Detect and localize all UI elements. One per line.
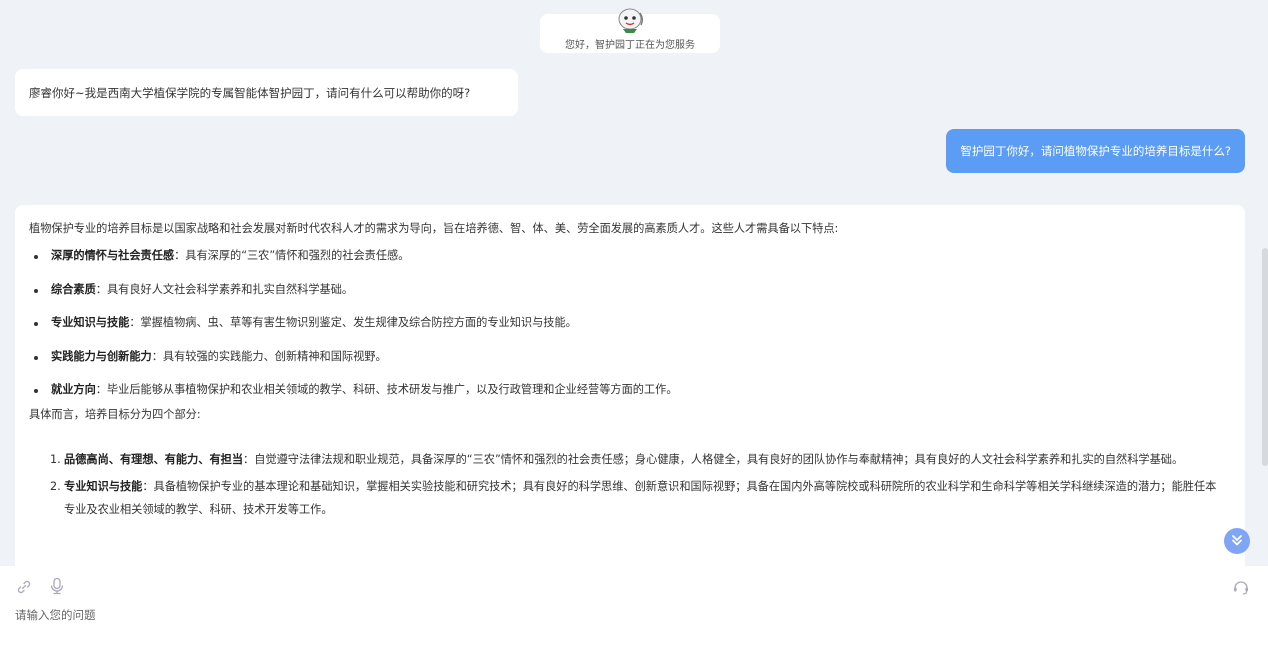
scrollbar-thumb[interactable] — [1262, 248, 1268, 466]
question-input[interactable]: 请输入您的问题 — [15, 607, 96, 623]
item-title: 专业知识与技能 — [64, 480, 143, 493]
welcome-card: 您好，智护园丁正在为您服务 — [540, 8, 720, 53]
bullet-title: 专业知识与技能 — [51, 316, 130, 329]
item-text: ：自觉遵守法律法规和职业规范，具备深厚的“三农”情怀和强烈的社会责任感；身心健康… — [243, 453, 1184, 466]
robot-avatar-icon — [615, 5, 645, 35]
bullet-title: 深厚的情怀与社会责任感 — [51, 249, 175, 262]
list-item: 1. 品德高尚、有理想、有能力、有担当：自觉遵守法律法规和职业规范，具备深厚的“三… — [29, 448, 1231, 471]
bullet-title: 就业方向 — [51, 383, 96, 396]
chat-area: 您好，智护园丁正在为您服务 廖睿你好~我是西南大学植保学院的专属智能体智护园丁，… — [0, 0, 1268, 566]
bullet-title: 实践能力与创新能力 — [51, 349, 152, 363]
bullet-text: ：具有较强的实践能力、创新精神和国际视野。 — [151, 349, 387, 363]
item-text: ：具备植物保护专业的基本理论和基础知识，掌握相关实验技能和研究技术；具有良好的科… — [64, 480, 1217, 516]
item-number: 2. — [50, 480, 61, 493]
list-item: 专业知识与技能：掌握植物病、虫、草等有害生物识别鉴定、发生规律及综合防控方面的专… — [29, 316, 1231, 330]
bullet-text: ：具有深厚的“三农”情怀和强烈的社会责任感。 — [174, 249, 410, 262]
answer-numbered-list: 1. 品德高尚、有理想、有能力、有担当：自觉遵守法律法规和职业规范，具备深厚的“三… — [29, 448, 1231, 521]
input-area: 请输入您的问题 — [0, 566, 1268, 649]
bullet-text: ：毕业后能够从事植物保护和农业相关领域的教学、科研、技术研发与推广，以及行政管理… — [95, 383, 678, 396]
answer-intro: 植物保护专业的培养目标是以国家战略和社会发展对新时代农科人才的需求为导向，旨在培… — [29, 222, 839, 235]
link-icon[interactable] — [15, 578, 33, 596]
bullet-title: 综合素质 — [51, 282, 96, 296]
bot-greeting-message: 廖睿你好~我是西南大学植保学院的专属智能体智护园丁，请问有什么可以帮助你的呀? — [15, 69, 518, 116]
welcome-text: 您好，智护园丁正在为您服务 — [565, 40, 695, 51]
headset-icon[interactable] — [1232, 578, 1250, 596]
item-number: 1. — [50, 453, 61, 466]
double-chevron-down-icon — [1230, 532, 1244, 551]
list-item: 2. 专业知识与技能：具备植物保护专业的基本理论和基础知识，掌握相关实验技能和研究… — [29, 475, 1231, 521]
list-item: 实践能力与创新能力：具有较强的实践能力、创新精神和国际视野。 — [29, 350, 1231, 364]
list-item: 综合素质：具有良好人文社会科学素养和扎实自然科学基础。 — [29, 283, 1231, 297]
user-question-message: 智护园丁你好，请问植物保护专业的培养目标是什么? — [946, 129, 1245, 173]
list-item: 深厚的情怀与社会责任感：具有深厚的“三农”情怀和强烈的社会责任感。 — [29, 249, 1231, 263]
item-title: 品德高尚、有理想、有能力、有担当 — [64, 453, 244, 466]
bullet-text: ：掌握植物病、虫、草等有害生物识别鉴定、发生规律及综合防控方面的专业知识与技能。 — [129, 316, 577, 329]
microphone-icon[interactable] — [48, 577, 66, 595]
list-item: 就业方向：毕业后能够从事植物保护和农业相关领域的教学、科研、技术研发与推广，以及… — [29, 383, 1231, 397]
answer-bullet-list: 深厚的情怀与社会责任感：具有深厚的“三农”情怀和强烈的社会责任感。 综合素质：具… — [29, 249, 1231, 397]
bot-answer-message: 植物保护专业的培养目标是以国家战略和社会发展对新时代农科人才的需求为导向，旨在培… — [15, 205, 1245, 566]
bullet-text: ：具有良好人文社会科学素养和扎实自然科学基础。 — [95, 282, 354, 296]
answer-subtitle: 具体而言，培养目标分为四个部分: — [29, 408, 201, 421]
scroll-to-bottom-button[interactable] — [1224, 528, 1250, 554]
